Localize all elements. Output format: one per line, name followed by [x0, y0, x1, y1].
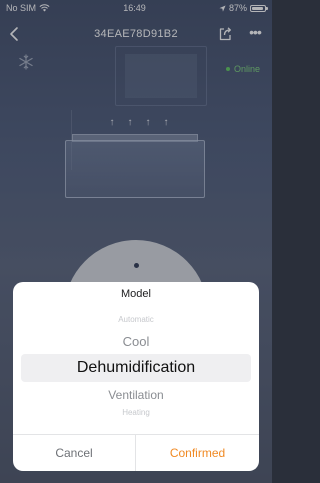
mode-picker-dialog: Model Automatic Cool Dehumidification Ve…	[13, 282, 259, 471]
confirm-button[interactable]: Confirmed	[136, 435, 259, 471]
picker-title: Model	[121, 288, 151, 300]
picker-option[interactable]: Automatic	[13, 315, 259, 324]
picker-option[interactable]: Heating	[13, 408, 259, 417]
cancel-button[interactable]: Cancel	[13, 435, 135, 471]
picker-option[interactable]: Ventilation	[13, 388, 259, 402]
picker-option-selected[interactable]: Dehumidification	[13, 359, 259, 377]
picker-option[interactable]: Cool	[13, 334, 259, 349]
device-control-screen: No SIM 16:49 87% 34EAE78D91B2 ••• Online…	[0, 0, 272, 483]
mode-picker-wheel[interactable]: Automatic Cool Dehumidification Ventilat…	[13, 312, 259, 422]
